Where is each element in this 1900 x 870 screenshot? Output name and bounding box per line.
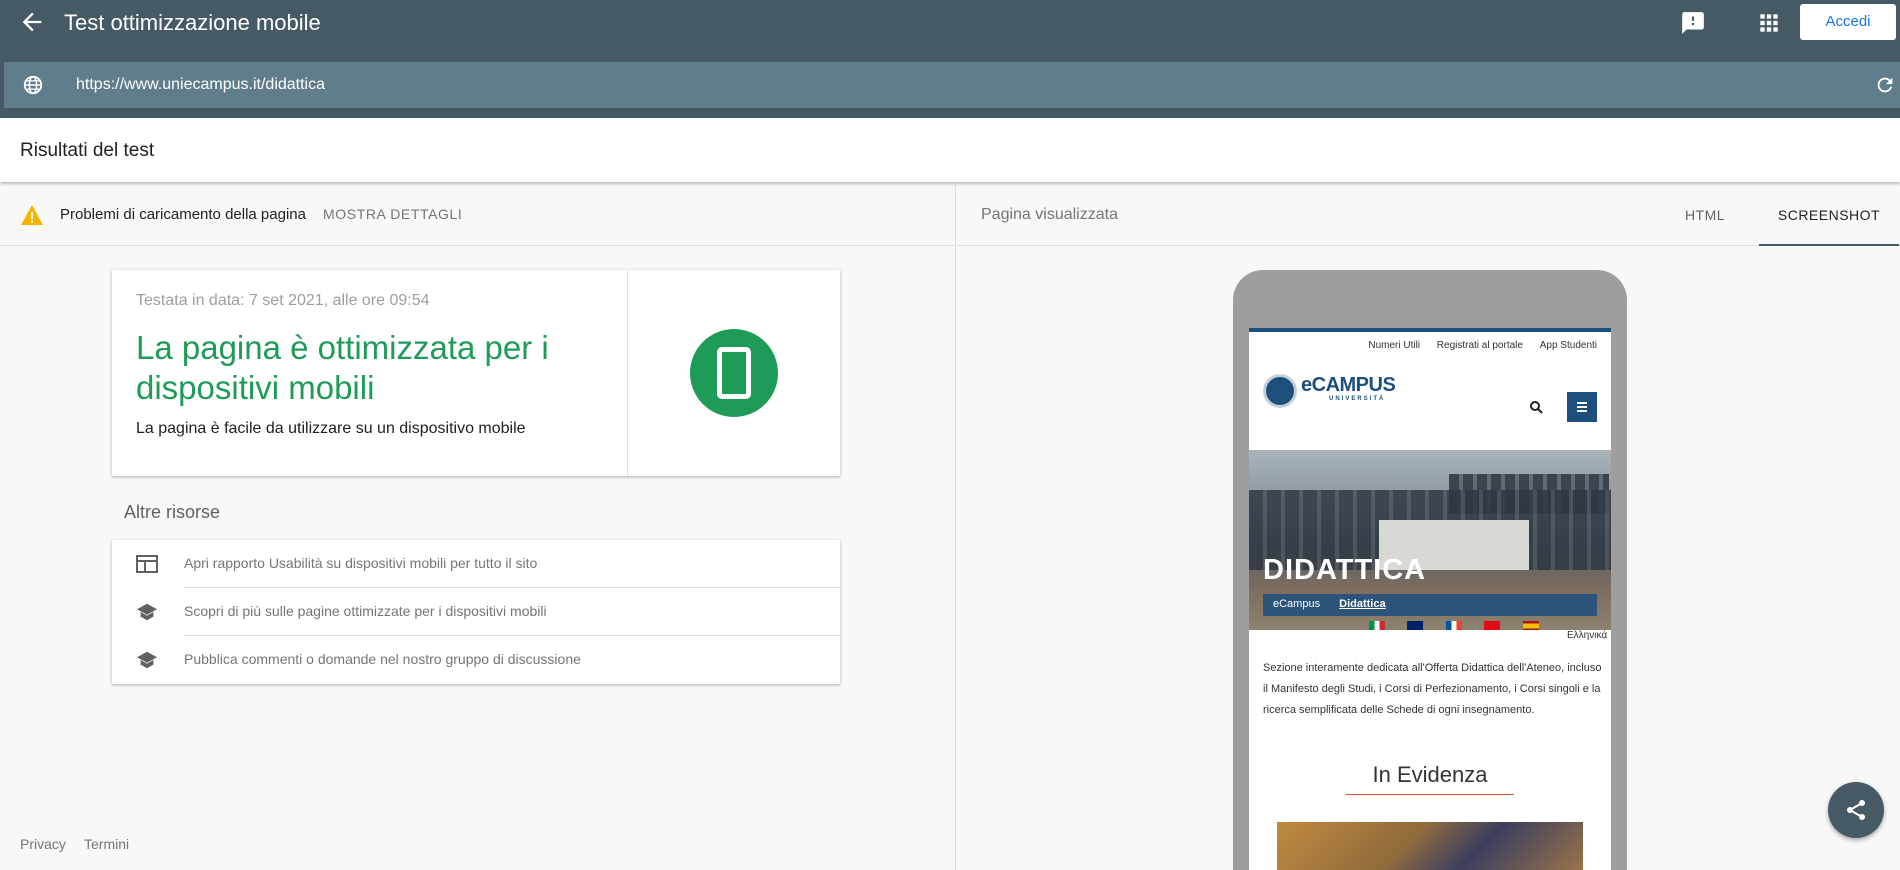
site-hero-title: DIDATTICA [1263,554,1427,586]
url-bar: https://www.uniecampus.it/didattica [4,62,1900,108]
smartphone-icon [717,347,751,399]
school-icon [136,603,158,621]
site-top-links: Numeri Utili Registrati al portale App S… [1354,340,1597,351]
privacy-link[interactable]: Privacy [20,836,66,852]
terms-link[interactable]: Termini [84,836,129,852]
language-flags [1369,618,1611,630]
site-section-title: In Evidenza [1372,762,1488,787]
school-icon [136,651,158,669]
site-link-numbers: Numeri Utili [1368,340,1421,351]
url-input[interactable]: https://www.uniecampus.it/didattica [76,76,325,94]
site-link-app: App Studenti [1539,340,1597,351]
feedback-icon[interactable] [1680,10,1706,36]
back-arrow-icon[interactable] [18,8,46,36]
share-icon [1847,800,1865,820]
sign-in-button[interactable]: Accedi [1800,4,1896,40]
breadcrumb-home: eCampus [1273,598,1321,610]
result-subtext: La pagina è facile da utilizzare su un d… [136,420,526,437]
preview-title: Pagina visualizzata [981,206,1118,223]
site-lang-greek: Ελληνικά [1567,630,1608,641]
featured-photo [1277,822,1583,870]
warning-icon [21,205,43,225]
result-headline: La pagina è ottimizzata per i dispositiv… [136,329,549,406]
site-hero-image: DIDATTICA eCampus Didattica [1249,450,1611,630]
resources-title: Altre risorse [124,502,221,522]
site-link-register: Registrati al portale [1436,340,1523,351]
resource-link[interactable]: Scopri di più sulle pagine ottimizzate p… [184,603,547,619]
results-header: Risultati del test [0,118,1900,182]
app-bar: Test ottimizzazione mobile Accedi https:… [0,0,1900,118]
refresh-icon[interactable] [1874,74,1896,96]
search-icon [1530,401,1543,414]
apps-grid-icon[interactable] [1756,10,1782,36]
site-logo-emblem [1263,374,1297,408]
site-logo-text: eCAMPUS [1301,374,1396,396]
loading-issues-text: Problemi di caricamento della pagina [60,206,306,223]
results-panel: Problemi di caricamento della pagina MOS… [0,184,956,870]
section-underline [1346,794,1514,795]
flag-es-icon [1522,621,1539,630]
site-intro-text: Sezione interamente dedicata all'Offerta… [1263,662,1602,716]
tab-screenshot[interactable]: SCREENSHOT [1759,184,1899,246]
hamburger-menu-icon [1567,392,1597,422]
resources-list: Apri rapporto Usabilità su dispositivi m… [112,540,840,684]
site-logo-subtext: UNIVERSITÀ [1329,396,1386,402]
show-details-link[interactable]: MOSTRA DETTAGLI [323,206,462,222]
globe-icon [23,75,43,95]
preview-tabs: Pagina visualizzata HTML SCREENSHOT [957,184,1900,246]
tab-html[interactable]: HTML [1655,184,1755,246]
card-divider [627,270,628,476]
app-title: Test ottimizzazione mobile [64,10,321,35]
breadcrumb-current: Didattica [1339,598,1386,610]
loading-issues-row: Problemi di caricamento della pagina MOS… [0,184,955,246]
report-icon [136,555,158,573]
share-button[interactable] [1828,782,1884,838]
list-item[interactable]: Apri rapporto Usabilità su dispositivi m… [112,540,840,588]
resource-link[interactable]: Pubblica commenti o domande nel nostro g… [184,651,581,667]
resource-link[interactable]: Apri rapporto Usabilità su dispositivi m… [184,555,537,571]
preview-panel: Pagina visualizzata HTML SCREENSHOT Nume… [957,184,1900,870]
site-top-stripe [1249,328,1611,332]
phone-frame: Numeri Utili Registrati al portale App S… [1233,270,1627,870]
flag-fr-icon [1445,621,1462,630]
list-item[interactable]: Scopri di più sulle pagine ottimizzate p… [112,588,840,636]
result-card: Testata in data: 7 set 2021, alle ore 09… [112,270,840,476]
test-date: Testata in data: 7 set 2021, alle ore 09… [136,292,430,309]
list-item[interactable]: Pubblica commenti o domande nel nostro g… [112,636,840,684]
mobile-friendly-badge [690,329,778,417]
results-title: Risultati del test [20,140,155,161]
flag-tr-icon [1484,621,1501,630]
flag-uk-icon [1407,621,1424,630]
page-screenshot: Numeri Utili Registrati al portale App S… [1249,328,1611,870]
flag-it-icon [1369,621,1385,630]
site-breadcrumb: eCampus Didattica [1263,594,1597,616]
